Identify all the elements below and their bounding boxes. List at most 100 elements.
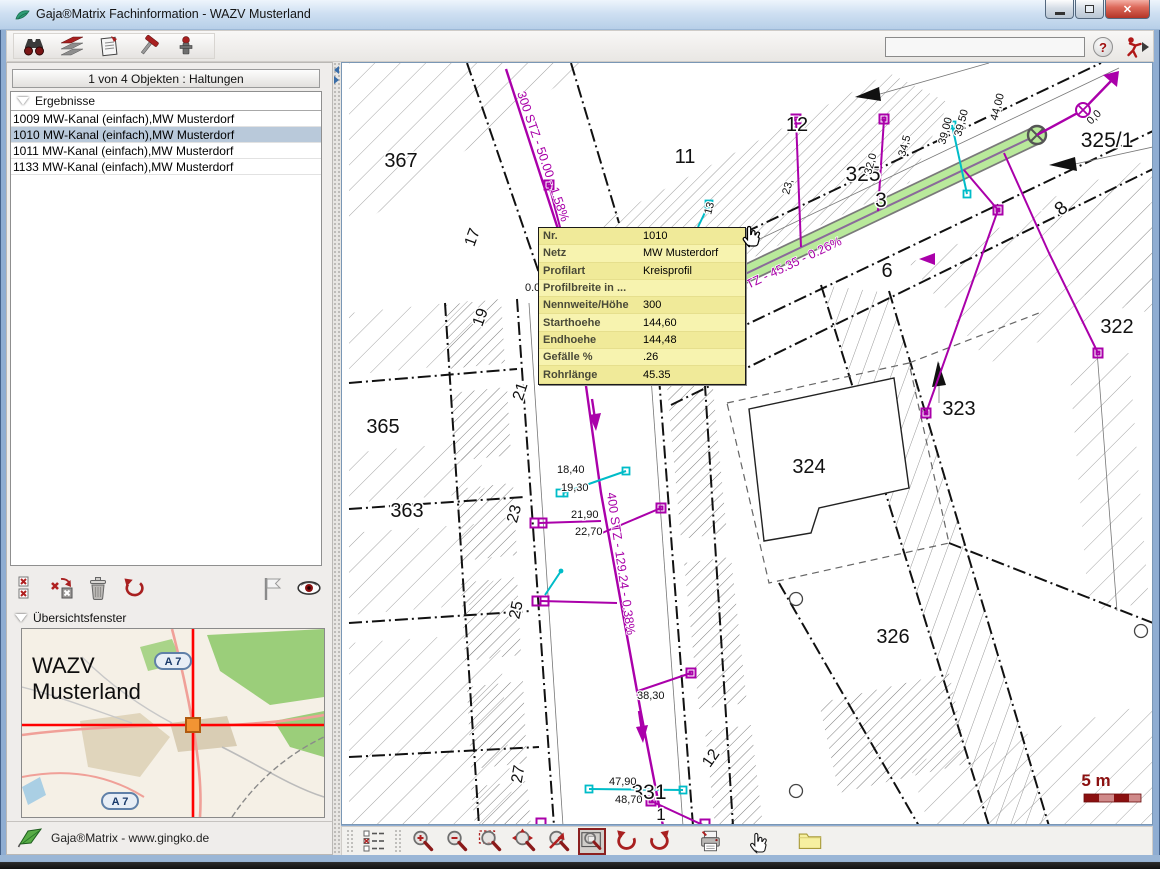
undo-arrow-icon <box>121 575 147 601</box>
map-label: 39,50 <box>952 108 971 138</box>
printer-icon <box>697 828 723 854</box>
panel-splitter[interactable] <box>333 62 341 855</box>
report-button[interactable] <box>96 34 124 58</box>
window-title: Gaja®Matrix Fachinformation - WAZV Muste… <box>36 7 311 21</box>
trash-icon <box>85 575 111 601</box>
map-label: 325/1 <box>1081 129 1134 152</box>
search-button[interactable] <box>20 34 48 58</box>
statusbar-text: Gaja®Matrix - www.gingko.de <box>51 831 209 845</box>
close-button[interactable]: ✕ <box>1105 0 1150 19</box>
double-x-icon <box>15 575 37 601</box>
legend-icon <box>361 828 387 854</box>
svg-text:Musterland: Musterland <box>32 679 141 704</box>
flag-icon <box>260 575 286 601</box>
map-label: 3 <box>875 189 887 212</box>
tooltip-row: Rohrlänge45.35 <box>539 366 745 383</box>
hydrant-button[interactable] <box>172 34 200 58</box>
map-label: 363 <box>390 500 423 522</box>
help-button[interactable]: ? <box>1093 37 1113 57</box>
map-position-marker[interactable] <box>186 718 200 732</box>
list-item[interactable]: 1011 MW-Kanal (einfach),MW Musterdorf <box>11 143 321 159</box>
rotate-right-button[interactable] <box>646 828 674 855</box>
tooltip-row: Gefälle %.26 <box>539 349 745 366</box>
print-button[interactable] <box>696 828 724 855</box>
undo-button[interactable] <box>121 575 147 601</box>
zoom-rectangle-icon <box>477 828 503 854</box>
statusbar: Gaja®Matrix - www.gingko.de <box>7 821 332 854</box>
map-label: 27 <box>509 764 529 785</box>
zoom-arrow-button[interactable] <box>544 828 572 855</box>
map-label: 326 <box>876 626 909 648</box>
zoom-rectangle-button[interactable] <box>476 828 504 855</box>
map-canvas[interactable]: 5 m 300 STZ - 50.00 - 1.58%400 STZ - 129… <box>341 62 1153 825</box>
list-item[interactable]: 1010 MW-Kanal (einfach),MW Musterdorf <box>11 127 321 143</box>
hand-cursor-icon <box>740 220 764 248</box>
collapse-left-icon[interactable] <box>334 66 339 74</box>
zoom-out-button[interactable] <box>442 828 470 855</box>
pan-button[interactable] <box>746 828 774 855</box>
overview-map[interactable]: A 7 A 7 WAZV Musterland <box>21 628 325 818</box>
clipboard-icon <box>97 34 123 58</box>
tooltip-row: Nr.1010 <box>539 228 745 245</box>
results-list: 1009 MW-Kanal (einfach),MW Musterdorf101… <box>11 111 321 175</box>
map-label: 18,40 <box>557 464 585 476</box>
cadastral-layer <box>349 63 1153 825</box>
minimize-button[interactable] <box>1045 0 1074 19</box>
tools-button[interactable] <box>134 34 162 58</box>
results-group-header[interactable]: Ergebnisse <box>11 92 321 111</box>
expand-right-icon[interactable] <box>334 76 339 84</box>
visibility-button[interactable] <box>296 575 322 601</box>
rotate-left-button[interactable] <box>612 828 640 855</box>
map-label: 11 <box>675 146 696 168</box>
map-label: 300 STZ - 50.00 - 1.58% <box>514 89 572 223</box>
map-label: 23 <box>504 503 525 525</box>
swap-selection-button[interactable] <box>49 575 75 601</box>
flag-button[interactable] <box>260 575 286 601</box>
restore-button[interactable] <box>1075 0 1104 19</box>
rotate-left-icon <box>613 828 639 854</box>
zoom-window-button[interactable] <box>578 828 606 855</box>
toolbar-grip[interactable] <box>346 829 354 853</box>
map-label: 365 <box>366 416 399 438</box>
map-label: 1 <box>656 805 665 824</box>
zoom-dynamic-button[interactable] <box>510 828 538 855</box>
map-tooltip: Nr.1010NetzMW MusterdorfProfilartKreispr… <box>538 227 746 385</box>
svg-text:A 7: A 7 <box>165 656 182 668</box>
map-label: 367 <box>384 150 417 172</box>
hammer-icon <box>135 34 161 58</box>
layers-button[interactable] <box>58 34 86 58</box>
tooltip-row: ProfilartKreisprofil <box>539 263 745 280</box>
list-item[interactable]: 1133 MW-Kanal (einfach),MW Musterdorf <box>11 159 321 175</box>
results-group-label: Ergebnisse <box>35 94 95 108</box>
overview-map-label: WAZV <box>32 653 95 678</box>
zoom-in-button[interactable] <box>408 828 436 855</box>
results-toolbar <box>13 572 322 604</box>
quick-search-input[interactable] <box>885 37 1085 57</box>
legend-button[interactable] <box>360 828 388 855</box>
map-label: 21,90 <box>571 509 599 521</box>
app-window: Gaja®Matrix Fachinformation - WAZV Muste… <box>0 0 1160 869</box>
map-label: 38,30 <box>637 690 665 702</box>
list-item[interactable]: 1009 MW-Kanal (einfach),MW Musterdorf <box>11 111 321 127</box>
map-label: 17 <box>462 226 484 249</box>
map-label: 322 <box>1100 316 1133 338</box>
map-label: 12 <box>786 114 808 136</box>
tooltip-row: Starthoehe144,60 <box>539 314 745 331</box>
zoom-window-icon <box>580 828 604 854</box>
map-toolbar <box>341 826 1153 856</box>
overview-header[interactable]: Übersichtsfenster <box>15 609 126 626</box>
main-toolbar: ? <box>6 30 1154 62</box>
delete-button[interactable] <box>85 575 111 601</box>
collapse-triangle-icon[interactable] <box>15 614 27 622</box>
zoom-dynamic-icon <box>511 828 537 854</box>
layers-icon <box>59 34 85 58</box>
tooltip-row: NetzMW Musterdorf <box>539 245 745 262</box>
clear-results-button[interactable] <box>13 575 39 601</box>
street-arrow-icon <box>1049 157 1077 171</box>
titlebar[interactable]: Gaja®Matrix Fachinformation - WAZV Muste… <box>0 0 1160 30</box>
map-label: 324 <box>792 456 825 478</box>
collapse-triangle-icon[interactable] <box>17 97 29 105</box>
exit-button[interactable] <box>1121 35 1149 59</box>
folder-button[interactable] <box>796 828 824 855</box>
exit-arrow-icon <box>1142 42 1149 52</box>
